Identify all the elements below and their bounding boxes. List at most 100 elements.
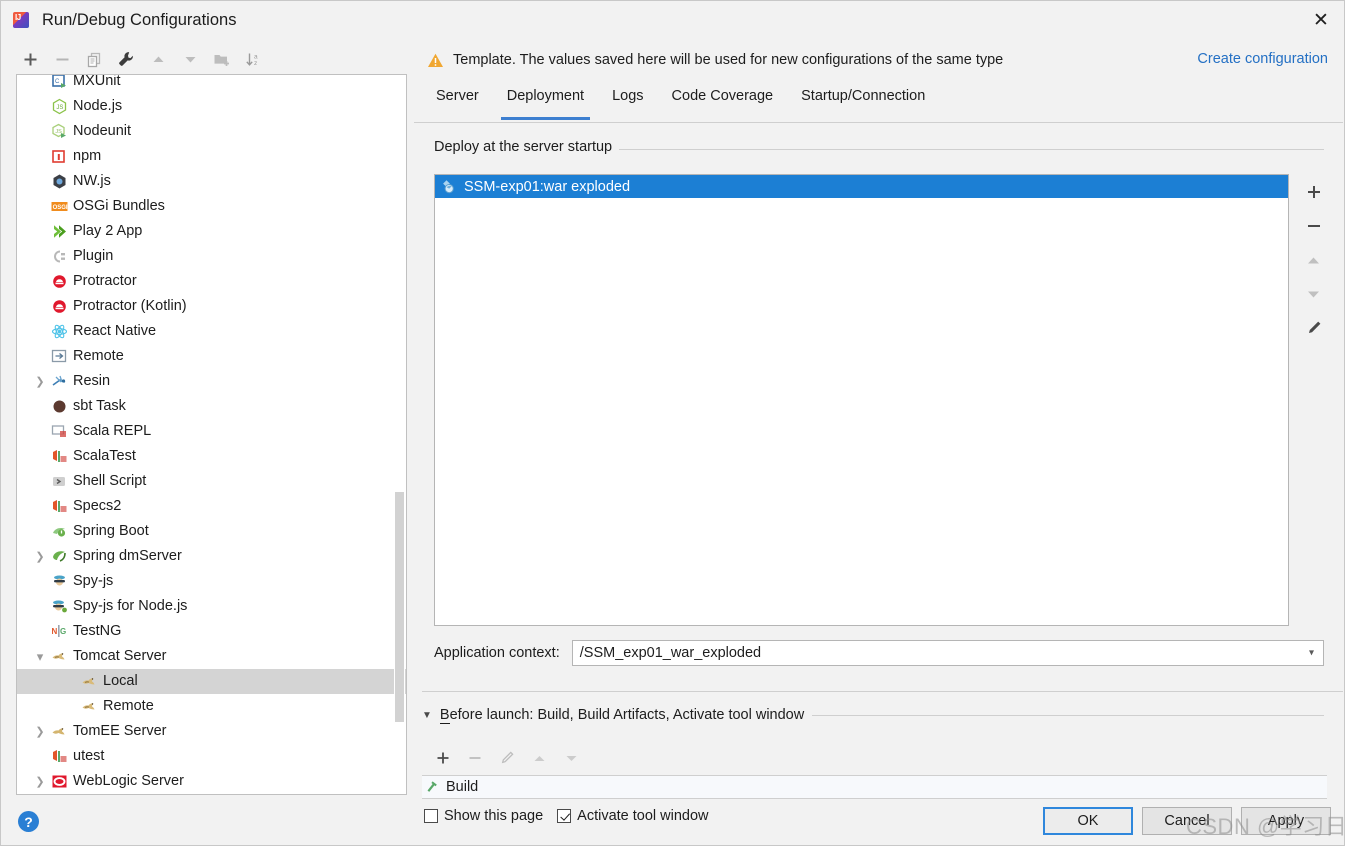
list-item[interactable]: SSM-exp01:war exploded (435, 175, 1288, 198)
cancel-button[interactable]: Cancel (1142, 807, 1232, 835)
folder-add-icon[interactable] (207, 45, 237, 73)
tree-item-weblogic-server[interactable]: ❯ WebLogic Server (17, 769, 406, 794)
warning-icon (427, 52, 444, 69)
tree-item-react-native[interactable]: React Native (17, 319, 406, 344)
title-bar: IJ Run/Debug Configurations ✕ (1, 1, 1344, 39)
tree-item-spy-js-for-node-js[interactable]: Spy-js for Node.js (17, 594, 406, 619)
tree-item-npm[interactable]: npm (17, 144, 406, 169)
deployment-list[interactable]: SSM-exp01:war exploded (434, 174, 1289, 626)
move-artifact-up-button[interactable] (1300, 248, 1328, 272)
close-icon[interactable]: ✕ (1298, 1, 1344, 39)
tree-item-protractor-kotlin[interactable]: Protractor (Kotlin) (17, 294, 406, 319)
tab-deployment[interactable]: Deployment (493, 84, 598, 120)
task-move-up-button[interactable] (524, 745, 554, 771)
checkbox-box (557, 809, 572, 823)
tree-item-plugin[interactable]: Plugin (17, 244, 406, 269)
chevron-right-icon[interactable]: ❯ (29, 725, 51, 738)
tree-item-local[interactable]: Local (17, 669, 406, 694)
task-move-down-button[interactable] (556, 745, 586, 771)
tree-item-spring-dmserver[interactable]: ❯ Spring dmServer (17, 544, 406, 569)
tree-item-tomcat-server[interactable]: ▾ Tomcat Server (17, 644, 406, 669)
tree-item-osgi-bundles[interactable]: OSGI OSGi Bundles (17, 194, 406, 219)
tree-item-label: Tomcat Server (73, 648, 167, 665)
edit-task-button[interactable] (492, 745, 522, 771)
arrow-down-icon[interactable] (175, 45, 205, 73)
before-launch-header[interactable]: ▼ Before launch: Build, Build Artifacts,… (422, 704, 1324, 726)
tree-item-shell-script[interactable]: Shell Script (17, 469, 406, 494)
svg-text:JS: JS (56, 105, 63, 111)
chevron-right-icon[interactable]: ❯ (29, 375, 51, 388)
chevron-down-icon[interactable]: ▾ (1309, 648, 1314, 659)
chevron-down-icon[interactable]: ▾ (29, 649, 51, 665)
tree-item-testng[interactable]: N G TestNG (17, 619, 406, 644)
application-context-row: Application context: /SSM_exp01_war_expl… (434, 639, 1324, 667)
checkbox-label: Activate tool window (577, 808, 709, 824)
sort-az-icon[interactable]: a z (239, 45, 269, 73)
tree-item-label: Specs2 (73, 498, 122, 515)
tree-item-nw-js[interactable]: NW.js (17, 169, 406, 194)
add-artifact-button[interactable] (1300, 180, 1328, 204)
tree-item-play-2-app[interactable]: Play 2 App (17, 219, 406, 244)
tab-logs[interactable]: Logs (598, 84, 657, 120)
nodejs-icon: JS (51, 98, 68, 115)
nwjs-icon (51, 173, 68, 190)
tab-label: Logs (612, 88, 644, 104)
tree-item-label: Node.js (73, 98, 123, 115)
move-artifact-down-button[interactable] (1300, 282, 1328, 306)
ok-button[interactable]: OK (1043, 807, 1133, 835)
tree-scrollbar-thumb[interactable] (395, 492, 404, 722)
activate-tool-window-checkbox[interactable]: Activate tool window (557, 808, 709, 824)
remove-artifact-button[interactable] (1300, 214, 1328, 238)
tree-item-mxunit[interactable]: C MXUnit (17, 75, 406, 94)
tree-item-nodeunit[interactable]: JS Nodeunit (17, 119, 406, 144)
apply-button[interactable]: Apply (1241, 807, 1331, 835)
configuration-types-tree[interactable]: C MXUnit JS Node.js JS Nodeunit npm NW.js OSGI OS… (16, 74, 407, 795)
react-native-icon (51, 323, 68, 340)
copy-configuration-button[interactable] (79, 45, 109, 73)
tree-item-spring-boot[interactable]: Spring Boot (17, 519, 406, 544)
tree-item-utest[interactable]: utest (17, 744, 406, 769)
before-launch-task-list[interactable]: Build (422, 775, 1327, 799)
tree-item-spy-js[interactable]: Spy-js (17, 569, 406, 594)
chevron-down-icon[interactable]: ▼ (422, 710, 432, 721)
tree-item-node-js[interactable]: JS Node.js (17, 94, 406, 119)
svg-text:C: C (55, 79, 60, 85)
tree-scrollbar[interactable] (394, 76, 405, 793)
create-configuration-link[interactable]: Create configuration (1197, 51, 1328, 67)
tree-item-sbt-task[interactable]: sbt Task (17, 394, 406, 419)
remove-configuration-button[interactable] (47, 45, 77, 73)
tree-item-protractor[interactable]: Protractor (17, 269, 406, 294)
tree-item-specs2[interactable]: Specs2 (17, 494, 406, 519)
application-context-label: Application context: (434, 645, 560, 661)
tab-server[interactable]: Server (422, 84, 493, 120)
tree-item-remote[interactable]: Remote (17, 344, 406, 369)
list-item-label: SSM-exp01:war exploded (464, 178, 631, 195)
remove-task-button[interactable] (460, 745, 490, 771)
tab-code-coverage[interactable]: Code Coverage (658, 84, 788, 120)
tree-item-resin[interactable]: ❯ Resin (17, 369, 406, 394)
chevron-right-icon[interactable]: ❯ (29, 550, 51, 563)
tab-underline (606, 117, 649, 120)
application-context-input[interactable]: /SSM_exp01_war_exploded ▾ (571, 640, 1324, 666)
tree-item-scalatest[interactable]: ScalaTest (17, 444, 406, 469)
chevron-right-icon[interactable]: ❯ (29, 775, 51, 788)
before-launch-title: Before launch: Build, Build Artifacts, A… (439, 707, 805, 724)
tree-item-label: Protractor (Kotlin) (73, 298, 187, 315)
tree-item-tomee-server[interactable]: ❯ TomEE Server (17, 719, 406, 744)
tree-item-remote[interactable]: Remote (17, 694, 406, 719)
edit-artifact-button[interactable] (1300, 316, 1328, 340)
show-this-page-checkbox[interactable]: Show this page (424, 808, 543, 824)
tree-item-label: utest (73, 748, 105, 765)
tree-item-scala-repl[interactable]: Scala REPL (17, 419, 406, 444)
build-hammer-icon (425, 779, 441, 795)
help-icon[interactable]: ? (18, 811, 39, 832)
add-task-button[interactable] (428, 745, 458, 771)
add-configuration-button[interactable] (15, 45, 45, 73)
npm-icon (51, 148, 68, 165)
arrow-up-icon[interactable] (143, 45, 173, 73)
tab-startup-connection[interactable]: Startup/Connection (787, 84, 939, 120)
tree-item-label: Resin (73, 373, 111, 390)
wrench-icon[interactable] (111, 45, 141, 73)
list-item[interactable]: Build (422, 779, 478, 795)
configurations-toolbar: a z (15, 43, 407, 75)
